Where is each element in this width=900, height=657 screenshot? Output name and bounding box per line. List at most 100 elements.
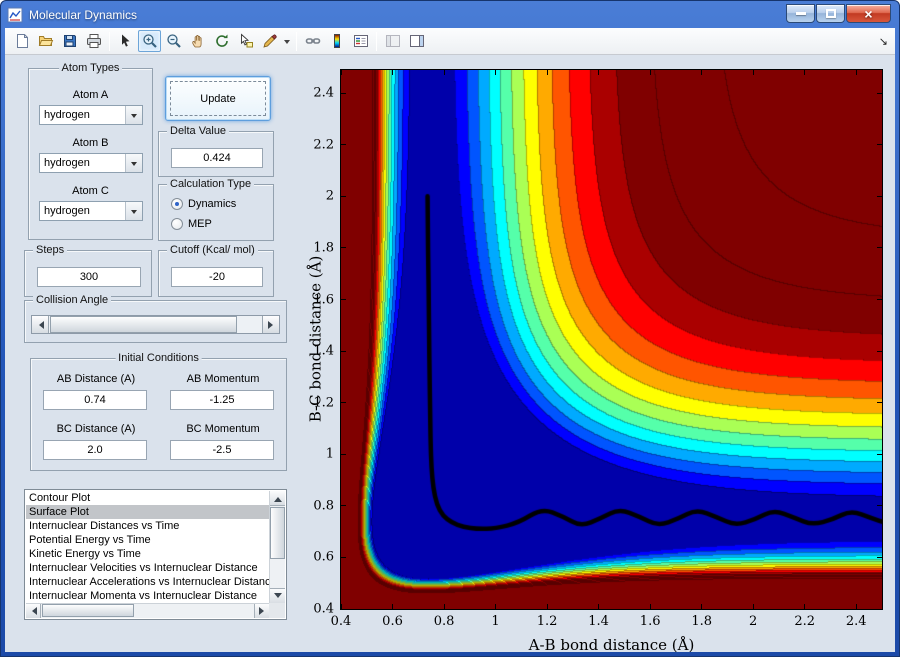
scroll-up-button[interactable] (270, 491, 285, 506)
x-tick (546, 70, 548, 75)
brush-data-button[interactable] (258, 30, 281, 52)
y-tick (341, 247, 346, 249)
group-title: Cutoff (Kcal/ mol) (167, 244, 258, 257)
plot-list-item[interactable]: Internuclear Velocities vs Internuclear … (26, 561, 269, 575)
plot-list-item[interactable]: Potential Energy vs Time (26, 533, 269, 547)
x-tick-label: 2.4 (845, 614, 867, 629)
hand-icon (191, 35, 201, 48)
y-tick-label: 0.6 (313, 549, 334, 565)
data-cursor-icon (240, 33, 253, 48)
cutoff-field[interactable] (171, 267, 263, 287)
radio-dynamics[interactable]: Dynamics (171, 198, 236, 210)
brush-dropdown-button[interactable] (282, 30, 292, 52)
scroll-down-button[interactable] (270, 588, 285, 603)
delta-value-field[interactable] (171, 148, 263, 168)
print-figure-icon (86, 34, 101, 48)
zoom-in-button[interactable] (138, 30, 161, 52)
radio-mep[interactable]: MEP (171, 218, 212, 230)
arrow-right-icon (258, 607, 268, 615)
insert-colorbar-button[interactable] (325, 30, 348, 52)
plot-list-item[interactable]: Internuclear Accelerations vs Internucle… (26, 575, 269, 589)
y-tick (877, 608, 882, 610)
horizontal-scrollbar[interactable] (26, 603, 269, 618)
x-axis-label: A-B bond distance (Å) (528, 636, 695, 652)
collision-angle-group: Collision Angle (24, 294, 287, 343)
atom-b-select[interactable]: hydrogen (39, 153, 143, 173)
slider-right-arrow[interactable] (262, 316, 279, 333)
insert-legend-button[interactable] (349, 30, 372, 52)
print-figure-button[interactable] (82, 30, 105, 52)
link-plot-button[interactable] (301, 30, 324, 52)
matlab-figure-icon (7, 7, 23, 22)
x-tick (701, 604, 703, 609)
scroll-right-button[interactable] (254, 604, 269, 618)
arrow-up-icon (273, 493, 282, 502)
plot-list-item[interactable]: Internuclear Distances vs Time (26, 519, 269, 533)
collision-angle-slider[interactable] (31, 315, 280, 334)
scroll-left-button[interactable] (26, 604, 41, 618)
plot-list-item[interactable]: Surface Plot (26, 505, 269, 519)
ab-momentum-field[interactable] (170, 390, 274, 410)
title-bar[interactable]: Molecular Dynamics × (1, 1, 899, 28)
y-tick (341, 144, 346, 146)
y-tick (877, 247, 882, 249)
save-figure-button[interactable] (58, 30, 81, 52)
toolbar-overflow-arrow[interactable]: ↘ (879, 35, 890, 48)
vertical-scroll-thumb[interactable] (270, 507, 285, 559)
y-tick-label: 0.4 (313, 601, 334, 617)
y-tick (877, 453, 882, 455)
pan-button[interactable] (186, 30, 209, 52)
atom-a-select[interactable]: hydrogen (39, 105, 143, 125)
new-figure-button[interactable] (10, 30, 33, 52)
plot-list-item[interactable]: Internuclear Momenta vs Internuclear Dis… (26, 589, 269, 603)
rotate-3d-button[interactable] (210, 30, 233, 52)
y-tick (341, 402, 346, 404)
x-tick (752, 604, 754, 609)
y-tick (877, 299, 882, 301)
y-tick-label: 2 (325, 188, 334, 204)
bc-distance-field[interactable] (43, 440, 147, 460)
plot-list-item[interactable]: Kinetic Energy vs Time (26, 547, 269, 561)
x-tick (804, 70, 806, 75)
horizontal-scroll-thumb[interactable] (42, 604, 134, 617)
figure-client-area: Atom Types Atom A hydrogen Atom B hydrog… (5, 55, 895, 652)
atom-a-value: hydrogen (44, 109, 90, 121)
brush-icon (262, 34, 277, 48)
steps-field[interactable] (37, 267, 141, 287)
plot-list-item[interactable]: Contour Plot (26, 491, 269, 505)
show-plot-tools-button[interactable] (405, 30, 428, 52)
hide-plot-tools-button[interactable] (381, 30, 404, 52)
bc-momentum-field[interactable] (170, 440, 274, 460)
arrow-right-icon (267, 320, 277, 329)
open-file-button[interactable] (34, 30, 57, 52)
slider-left-arrow[interactable] (32, 316, 49, 333)
y-tick (877, 195, 882, 197)
contour-canvas[interactable] (341, 70, 882, 609)
y-tick (341, 92, 346, 94)
zoom-out-button[interactable] (162, 30, 185, 52)
x-tick-label: 1 (491, 614, 500, 629)
x-tick-label: 1.8 (691, 614, 712, 629)
maximize-button[interactable] (816, 4, 845, 23)
close-button[interactable]: × (846, 4, 891, 23)
edit-plot-button[interactable] (114, 30, 137, 52)
atom-c-select[interactable]: hydrogen (39, 201, 143, 221)
atom-types-group: Atom Types Atom A hydrogen Atom B hydrog… (28, 62, 153, 240)
data-cursor-button[interactable] (234, 30, 257, 52)
steps-group: Steps (24, 244, 152, 297)
update-button[interactable]: Update (165, 76, 271, 121)
x-tick-label: 1.2 (536, 614, 558, 629)
plot-type-listbox[interactable]: Contour Plot Surface Plot Internuclear D… (24, 489, 287, 620)
vertical-scrollbar[interactable] (269, 491, 285, 603)
x-tick (701, 70, 703, 75)
ab-distance-field[interactable] (43, 390, 147, 410)
chevron-down-icon (125, 154, 142, 172)
slider-thumb[interactable] (50, 316, 237, 333)
minimize-button[interactable] (786, 4, 815, 23)
x-tick (392, 604, 394, 609)
x-tick-label: 0.8 (433, 614, 455, 629)
x-tick (495, 604, 497, 609)
cursor-arrow-icon (121, 34, 129, 47)
x-tick (443, 604, 445, 609)
bc-momentum-label: BC Momentum (186, 423, 260, 435)
